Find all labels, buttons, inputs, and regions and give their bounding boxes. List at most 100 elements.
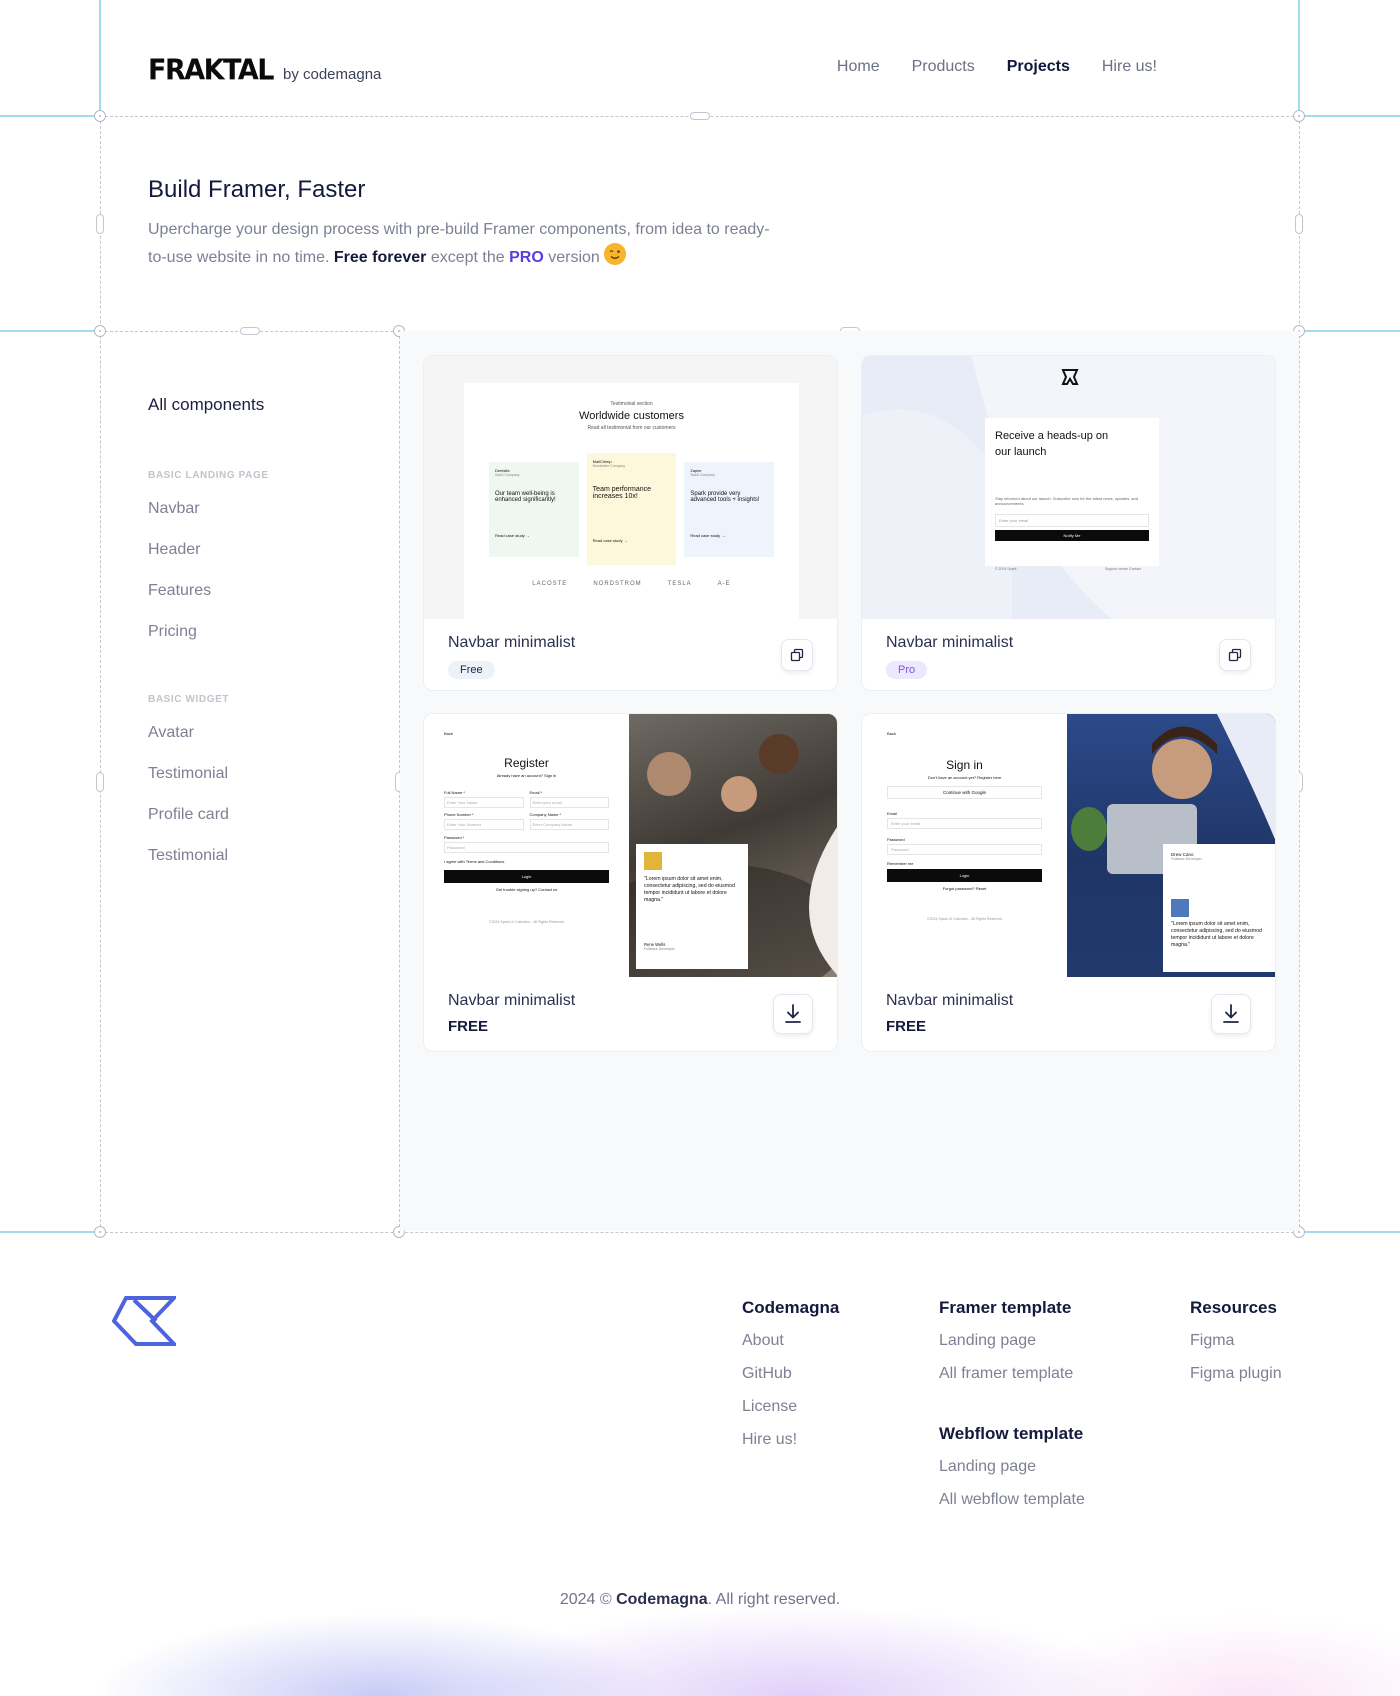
footer-column-framer: Framer template Landing page All framer … xyxy=(939,1298,1073,1383)
component-card[interactable]: Back Register Already have an account? S… xyxy=(423,713,838,1052)
codemagna-logo-icon[interactable] xyxy=(112,1296,176,1346)
preview-back-link: Back xyxy=(887,731,896,736)
footer-link-framer-landing[interactable]: Landing page xyxy=(939,1332,1073,1350)
sidebar-item-testimonial[interactable]: Testimonial xyxy=(148,847,388,865)
brand-logo: FRAKTAL xyxy=(148,54,274,87)
card-preview: Receive a heads-up on our launch Stay in… xyxy=(862,356,1275,619)
preview-field-label: Email xyxy=(887,811,898,816)
copy-button[interactable] xyxy=(1219,639,1251,671)
preview-footer-left: © 2024 Spark xyxy=(995,567,1017,571)
sidebar-item-navbar[interactable]: Navbar xyxy=(148,500,388,518)
preview-field-input: Enter your email xyxy=(529,797,609,808)
component-card[interactable]: Receive a heads-up on our launch Stay in… xyxy=(861,355,1276,691)
nav-products[interactable]: Products xyxy=(912,58,975,76)
footer-link-figma-plugin[interactable]: Figma plugin xyxy=(1190,1365,1282,1383)
preview-login-button: Login xyxy=(887,869,1042,882)
footer-link-github[interactable]: GitHub xyxy=(742,1365,839,1383)
download-button[interactable] xyxy=(773,994,813,1034)
resize-handle[interactable] xyxy=(96,214,104,234)
preview-quote-text: Spark provide very advanced tools + insi… xyxy=(690,490,760,503)
card-preview: Testimonial section Worldwide customers … xyxy=(424,356,837,619)
footer-link-license[interactable]: License xyxy=(742,1398,839,1416)
footer-link-about[interactable]: About xyxy=(742,1332,839,1350)
footer-link-hire-us[interactable]: Hire us! xyxy=(742,1431,839,1449)
avatar xyxy=(644,852,662,870)
preview-field-label: Password xyxy=(887,837,905,842)
guide-node xyxy=(94,1226,106,1238)
card-title: Navbar minimalist xyxy=(886,634,1014,651)
preview-quote-text: Our team well-being is enhanced signific… xyxy=(495,490,556,503)
sidebar-item-features[interactable]: Features xyxy=(148,582,388,600)
guide-line xyxy=(1299,116,1300,1232)
preview-field-label: Phone Number * xyxy=(444,812,474,817)
wink-emoji-icon xyxy=(604,243,627,265)
resize-handle[interactable] xyxy=(96,772,104,792)
preview-quote-role: SaaS Company xyxy=(495,472,520,477)
launch-signup-preview: Receive a heads-up on our launch Stay in… xyxy=(985,418,1159,566)
spark-logo-icon xyxy=(1061,369,1079,385)
register-preview: Back Register Already have an account? S… xyxy=(424,714,629,977)
preview-field-label: Full Name * xyxy=(444,790,465,795)
footer-link-all-webflow[interactable]: All webflow template xyxy=(939,1491,1085,1509)
footer-link-webflow-landing[interactable]: Landing page xyxy=(939,1458,1085,1476)
nav-home[interactable]: Home xyxy=(837,58,880,76)
guide-line xyxy=(0,115,99,117)
footer-column-codemagna: Codemagna About GitHub License Hire us! xyxy=(742,1298,839,1449)
resize-handle[interactable] xyxy=(690,112,710,120)
guide-line xyxy=(1300,330,1400,332)
preview-field-label: Password * xyxy=(444,835,465,840)
preview-agree-checkbox: I agree with Terms and Conditions xyxy=(444,859,505,864)
page-title: Build Framer, Faster xyxy=(148,176,366,203)
card-title: Navbar minimalist xyxy=(886,992,1014,1009)
preview-logo: TESLA xyxy=(667,581,692,587)
preview-sub: Read all testimonial from our customers xyxy=(587,425,676,431)
nav-projects[interactable]: Projects xyxy=(1007,58,1070,76)
nav-hire-us[interactable]: Hire us! xyxy=(1102,58,1157,76)
component-card[interactable]: Back Sign in Don't have an account yet? … xyxy=(861,713,1276,1052)
free-badge: Free xyxy=(448,661,495,679)
hero-subtitle-text: version xyxy=(548,249,600,266)
preview-field-input: Enter Your Number xyxy=(444,819,524,830)
footer-heading: Codemagna xyxy=(742,1298,840,1317)
guide-line xyxy=(99,0,101,116)
preview-quote-link: Read case study → xyxy=(690,532,726,538)
copy-button[interactable] xyxy=(781,639,813,671)
footer-link-figma[interactable]: Figma xyxy=(1190,1332,1282,1350)
card-preview: Back Register Already have an account? S… xyxy=(424,714,837,977)
preview-logo: LACOSTE xyxy=(532,581,568,587)
free-label: FREE xyxy=(886,1018,927,1035)
footer-link-all-framer[interactable]: All framer template xyxy=(939,1365,1073,1383)
resize-handle[interactable] xyxy=(1295,214,1303,234)
download-button[interactable] xyxy=(1211,994,1251,1034)
footer-column-resources: Resources Figma Figma plugin xyxy=(1190,1298,1282,1383)
sidebar-item-all-components[interactable]: All components xyxy=(148,395,388,415)
main-nav: Home Products Projects Hire us! xyxy=(837,58,1157,76)
copyright: 2024 © Codemagna. All right reserved. xyxy=(0,1591,1400,1609)
guide-node xyxy=(1293,110,1305,122)
sidebar-item-profile-card[interactable]: Profile card xyxy=(148,806,388,824)
testimonial-preview: Testimonial section Worldwide customers … xyxy=(464,383,799,619)
hero-subtitle-text: except the xyxy=(430,249,505,266)
sidebar-item-pricing[interactable]: Pricing xyxy=(148,623,388,641)
preview-forgot-link: Forgot password? Reset xyxy=(942,886,987,891)
pro-badge: Pro xyxy=(886,661,928,679)
guide-line xyxy=(0,330,99,332)
guide-node xyxy=(94,110,106,122)
preview-logo-row: LACOSTE NORDSTROM TESLA A-E xyxy=(464,581,799,587)
preview-notify-button: Notify Me xyxy=(995,530,1149,541)
sidebar-item-header[interactable]: Header xyxy=(148,541,388,559)
guide-line xyxy=(100,1232,1299,1233)
sidebar-item-testimonial[interactable]: Testimonial xyxy=(148,765,388,783)
guide-line xyxy=(1298,0,1300,116)
copy-icon xyxy=(790,648,804,662)
preview-heading: Sign in xyxy=(946,758,983,772)
preview-quote-role: Newsletter Company xyxy=(592,464,626,468)
preview-quote: "Lorem ipsum dolor sit amet enim, consec… xyxy=(644,876,735,903)
component-card[interactable]: Testimonial section Worldwide customers … xyxy=(423,355,838,691)
sidebar-item-avatar[interactable]: Avatar xyxy=(148,724,388,742)
footer-heading: Resources xyxy=(1190,1298,1277,1317)
preview-sub: Don't have an account yet? Register here xyxy=(927,775,1002,780)
profile-quote-preview: Drew Cano Fullstack Developer "Lorem ips… xyxy=(1163,844,1275,972)
resize-handle[interactable] xyxy=(240,327,260,335)
brand[interactable]: FRAKTAL by codemagna xyxy=(148,54,381,87)
